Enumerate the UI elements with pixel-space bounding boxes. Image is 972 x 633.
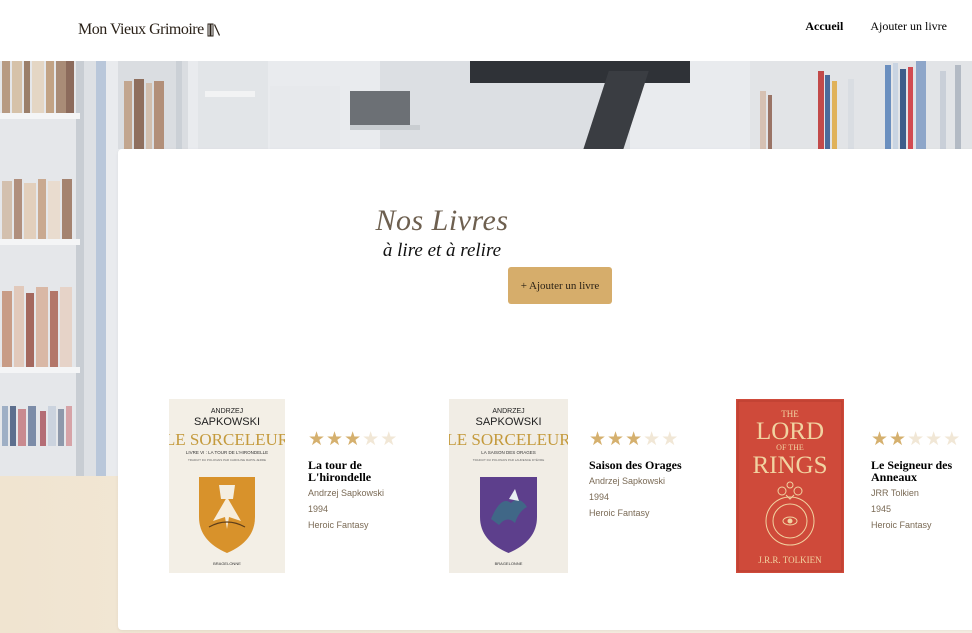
- book-info: ★ ★ ★ ★ ★ Saison des Orages Andrzej Sapkowsk…: [589, 430, 699, 519]
- book-cover-image[interactable]: THE LORD OF THE RINGS J.R.R. TOLKIEN: [736, 399, 844, 573]
- books-icon: [207, 23, 220, 37]
- cover-author-last: SAPKOWSKI: [194, 416, 260, 428]
- star-filled-icon: ★: [871, 428, 889, 450]
- book-year: 1994: [308, 504, 329, 514]
- add-book-button[interactable]: + Ajouter un livre: [508, 267, 612, 304]
- cover-series: LE SORCELEUR: [169, 430, 285, 449]
- cover-author-last: SAPKOWSKI: [475, 416, 541, 428]
- star-empty-icon: ★: [362, 428, 380, 450]
- book-info: ★ ★ ★ ★ ★ Le Seigneur des Anneaux JRR Tolkie…: [871, 430, 972, 531]
- star-empty-icon: ★: [380, 428, 398, 450]
- cover-line-ofthe: OF THE: [776, 443, 804, 452]
- star-empty-icon: ★: [643, 428, 661, 450]
- star-filled-icon: ★: [589, 428, 607, 450]
- cover-author-first: ANDRZEJ: [211, 408, 243, 415]
- star-empty-icon: ★: [925, 428, 943, 450]
- page-title: Nos Livres: [375, 204, 509, 237]
- book-cover-image[interactable]: ANDRZEJ SAPKOWSKI LE SORCELEUR LIVRE VI …: [169, 399, 285, 573]
- cover-line-lord: LORD: [756, 418, 824, 445]
- book-genre: Heroic Fantasy: [589, 508, 650, 518]
- book-title[interactable]: La tour de L'hirondelle: [308, 459, 418, 483]
- star-empty-icon: ★: [943, 428, 961, 450]
- star-filled-icon: ★: [889, 428, 907, 450]
- nav-accueil[interactable]: Accueil: [805, 19, 843, 34]
- cover-publisher: BRAGELONNE: [495, 561, 523, 566]
- book-author: Andrzej Sapkowski: [589, 476, 666, 486]
- book-year: 1945: [871, 504, 892, 514]
- book-cover-image[interactable]: ANDRZEJ SAPKOWSKI LE SORCELEUR LA SAISON…: [449, 399, 568, 573]
- main-nav: Accueil Ajouter un livre: [805, 19, 947, 34]
- star-empty-icon: ★: [907, 428, 925, 450]
- page-subtitle: à lire et à relire: [382, 240, 502, 261]
- star-filled-icon: ★: [326, 428, 344, 450]
- book-genre: Heroic Fantasy: [308, 520, 369, 530]
- cover-subtitle: LA SAISON DES ORAGES: [481, 450, 536, 455]
- rating-stars: ★ ★ ★ ★ ★: [589, 428, 699, 450]
- rating-stars: ★ ★ ★ ★ ★: [871, 428, 972, 450]
- star-filled-icon: ★: [625, 428, 643, 450]
- logo-text: Mon Vieux Grimoire: [78, 21, 204, 38]
- top-header: Mon Vieux Grimoire Accueil Ajouter un li…: [0, 0, 972, 61]
- site-logo[interactable]: Mon Vieux Grimoire: [78, 21, 221, 39]
- book-info: ★ ★ ★ ★ ★ La tour de L'hirondelle Andrzej Sa…: [308, 430, 418, 531]
- book-title[interactable]: Saison des Orages: [589, 459, 699, 471]
- star-empty-icon: ★: [661, 428, 679, 450]
- cover-translator: TRADUIT DU POLONAIS PAR CAROLINE RAPIN-J…: [188, 458, 266, 462]
- book-genre: Heroic Fantasy: [871, 520, 932, 530]
- star-filled-icon: ★: [344, 428, 362, 450]
- book-author: Andrzej Sapkowski: [308, 488, 385, 498]
- cover-translator: TRADUIT DU POLONAIS PAR LAURENCE DYÈVRE: [473, 457, 544, 462]
- book-author: JRR Tolkien: [871, 488, 919, 498]
- star-filled-icon: ★: [308, 428, 326, 450]
- cover-subtitle: LIVRE VI : LA TOUR DE L'HIRONDELLE: [186, 450, 268, 455]
- cover-publisher: BRAGELONNE: [213, 561, 241, 566]
- cover-author-first: ANDRZEJ: [492, 408, 524, 415]
- book-title[interactable]: Le Seigneur des Anneaux: [871, 459, 972, 483]
- nav-ajouter-livre[interactable]: Ajouter un livre: [870, 19, 947, 34]
- rating-stars: ★ ★ ★ ★ ★: [308, 428, 418, 450]
- star-filled-icon: ★: [607, 428, 625, 450]
- cover-author: J.R.R. TOLKIEN: [758, 555, 822, 565]
- cover-series: LE SORCELEUR: [449, 430, 568, 449]
- cover-line-rings: RINGS: [752, 452, 827, 479]
- book-year: 1994: [589, 492, 610, 502]
